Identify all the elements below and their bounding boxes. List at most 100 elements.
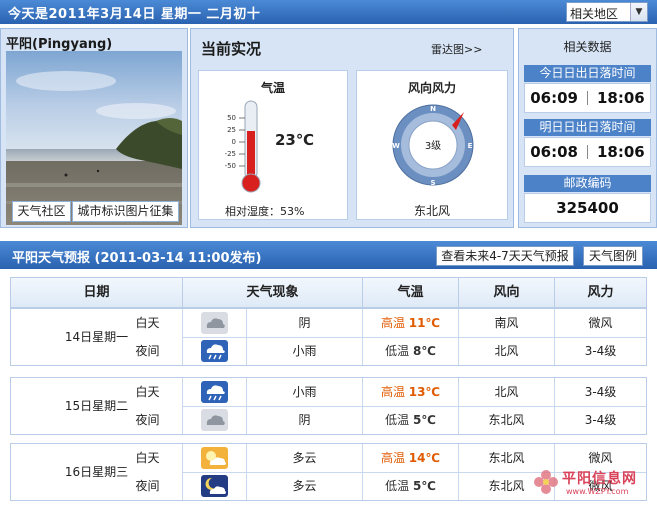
today-sunset: 18:06: [597, 89, 645, 107]
thermo-scale-0: 0: [232, 138, 236, 146]
period-label: 夜间: [113, 472, 183, 500]
wind-direction-cell: 南风: [459, 309, 555, 337]
temperature-cell: 低温 5℃: [363, 472, 459, 500]
city-photo: [6, 51, 182, 225]
period-label: 白天: [113, 309, 183, 337]
temp-label: 高温: [380, 316, 405, 330]
city-photo-collect-button[interactable]: 城市标识图片征集: [72, 201, 179, 222]
temp-value: 5℃: [412, 479, 436, 493]
wind-force-cell: 微风: [588, 316, 613, 330]
compass-w: W: [392, 142, 400, 150]
current-conditions-title: 当前实况: [201, 40, 262, 58]
weather-phenomenon: 阴: [247, 309, 363, 337]
temperature-cell: 低温 5℃: [363, 406, 459, 434]
wind-level: 3级: [425, 140, 441, 152]
temp-value: 14℃: [408, 451, 441, 465]
weather-phenomenon: 多云: [247, 444, 363, 472]
site-watermark: 平阳信息网 www.WZPY.com: [532, 466, 654, 502]
temp-label: 低温: [385, 413, 410, 427]
region-select[interactable]: 相关地区 ▼: [566, 2, 648, 22]
thermo-scale-neg25: -25: [225, 150, 236, 158]
weather-phenomenon: 阴: [247, 406, 363, 434]
period-label: 夜间: [113, 337, 183, 365]
wind-direction: 东北风: [413, 204, 450, 218]
top-date-bar: 今天是2011年3月14日 星期一 二月初十 相关地区 ▼: [0, 0, 657, 24]
overcast-icon: [201, 312, 228, 334]
wind-force-cell: 3-4级: [584, 385, 617, 399]
weather-icon-cell: [183, 406, 247, 434]
weather-icon-cell: [183, 378, 247, 406]
moon-cloud-icon: [201, 475, 228, 497]
wind-force-cell: 3-4级: [584, 413, 617, 427]
temp-value: 11℃: [408, 316, 441, 330]
weather-phenomenon: 多云: [247, 472, 363, 500]
temp-value: 13℃: [408, 385, 441, 399]
temp-label: 高温: [380, 451, 405, 465]
city-panel: 平阳(Pingyang): [0, 28, 188, 228]
weather-legend-button[interactable]: 天气图例: [583, 246, 643, 266]
period-label: 白天: [113, 444, 183, 472]
period-label: 白天: [113, 378, 183, 406]
forecast-table-header: 日期 天气现象 气温 风向 风力: [10, 277, 647, 308]
temperature-title: 气温: [260, 81, 285, 95]
wind-direction-cell: 北风: [459, 378, 555, 406]
wind-card: 风向风力 N E S W 3级 东北风: [356, 70, 508, 220]
thermo-scale-neg50: -50: [225, 162, 236, 170]
compass-e: E: [468, 142, 473, 150]
today-sun-label: 今日日出日落时间: [524, 65, 651, 82]
temperature-card: 气温 50 25 0 -25 -50 23℃ 相对湿度：53%: [198, 70, 348, 220]
temp-label: 低温: [385, 479, 410, 493]
related-data-title: 相关数据: [563, 40, 612, 54]
forecast-title: 平阳天气预报 (2011-03-14 11:00发布): [12, 251, 262, 266]
tomorrow-sun-times: 06:08 18:06: [524, 137, 651, 167]
weather-icon-cell: [183, 444, 247, 472]
tomorrow-sun-label: 明日日出日落时间: [524, 119, 651, 136]
watermark-text: 平阳信息网: [562, 471, 637, 487]
overcast-icon: [201, 409, 228, 431]
wind-direction-cell: 东北风: [459, 406, 555, 434]
weather-phenomenon: 小雨: [247, 378, 363, 406]
rain-icon: [201, 381, 228, 403]
city-name: 平阳(Pingyang): [6, 37, 113, 52]
header-date: 日期: [11, 278, 183, 307]
today-sunrise: 06:09: [530, 89, 578, 107]
forecast-day-group: 15日星期二 白天 小雨 高温 13℃ 北风 3-4级 夜间阴低温 5℃ 东北风 3-4级: [10, 377, 647, 435]
weather-icon-cell: [183, 337, 247, 365]
temp-label: 高温: [380, 385, 405, 399]
current-conditions-panel: 当前实况 雷达图>> 气温 50 25 0 -25 -50 23℃ 相对湿度：5…: [190, 28, 514, 228]
post-code-label: 邮政编码: [524, 175, 651, 192]
header-wind-force: 风力: [587, 285, 614, 300]
temperature-cell: 低温 8℃: [363, 337, 459, 365]
tomorrow-sunrise: 06:08: [530, 143, 578, 161]
rain-icon: [201, 340, 228, 362]
chevron-down-icon[interactable]: ▼: [630, 3, 647, 21]
temperature-cell: 高温 11℃: [363, 309, 459, 337]
period-label: 夜间: [113, 406, 183, 434]
thermo-scale-25: 25: [227, 126, 236, 134]
post-code: 325400: [524, 193, 651, 223]
weather-icon-cell: [183, 309, 247, 337]
wind-direction-cell: 北风: [459, 337, 555, 365]
weather-icon-cell: [183, 472, 247, 500]
today-date: 今天是2011年3月14日 星期一 二月初十: [8, 7, 261, 22]
weather-community-button[interactable]: 天气社区: [12, 201, 71, 222]
sun-cloud-icon: [201, 447, 228, 469]
temp-value: 8℃: [412, 344, 436, 358]
forecast-header-bar: 平阳天气预报 (2011-03-14 11:00发布) 查看未来4-7天天气预报…: [0, 241, 657, 269]
header-temperature: 气温: [363, 278, 459, 307]
relative-humidity: 相对湿度：53%: [225, 205, 305, 218]
forecast-day-group: 14日星期一 白天阴高温 11℃ 南风 微风 夜间 小雨 低温 8℃ 北风 3-4级: [10, 308, 647, 366]
compass-n: N: [430, 105, 436, 113]
temp-label: 低温: [385, 344, 410, 358]
header-weather: 天气现象: [183, 278, 363, 307]
future-forecast-button[interactable]: 查看未来4-7天天气预报: [436, 246, 574, 266]
flower-logo-icon: [534, 470, 558, 494]
related-data-panel: 相关数据 今日日出日落时间 06:09 18:06 明日日出日落时间 06:08 1…: [518, 28, 657, 228]
wind-force-cell: 3-4级: [584, 344, 617, 358]
thermo-scale-50: 50: [227, 114, 236, 122]
wind-compass-icon: N E S W 3级: [392, 104, 474, 187]
current-temperature: 23℃: [275, 131, 315, 149]
compass-s: S: [430, 179, 435, 187]
weather-phenomenon: 小雨: [247, 337, 363, 365]
radar-link[interactable]: 雷达图>>: [431, 41, 482, 57]
